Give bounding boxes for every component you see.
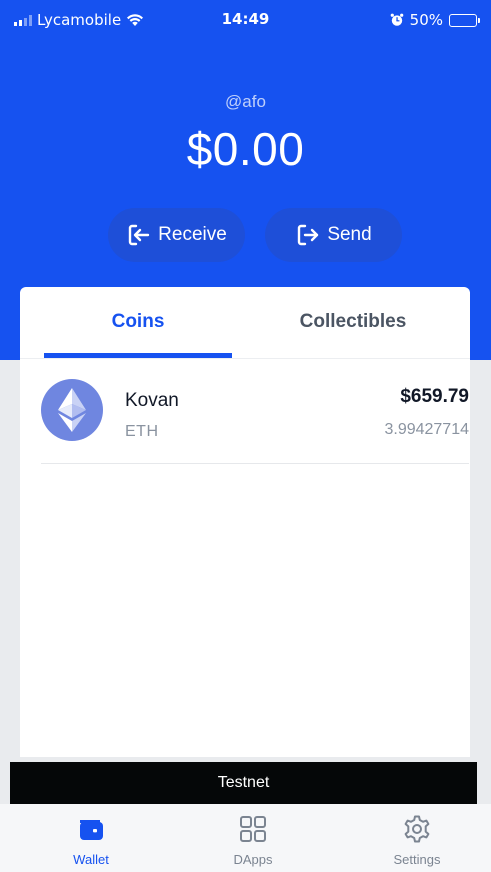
coin-fiat-value: $659.79 [400, 386, 469, 407]
battery-icon [449, 13, 480, 27]
ethereum-icon [41, 379, 103, 441]
coin-symbol: ETH [125, 423, 159, 440]
send-button[interactable]: Send [265, 208, 402, 262]
tab-coins[interactable]: Coins [44, 311, 232, 333]
wallet-icon [80, 820, 103, 840]
total-balance: $0.00 [186, 123, 305, 175]
asset-tabs: Coins Collectibles [20, 287, 470, 359]
nav-dapps-label: DApps [233, 852, 273, 867]
assets-card: Coins Collectibles Kovan ETH $659.79 3.9… [20, 287, 470, 757]
nav-settings-label: Settings [393, 852, 441, 867]
coin-amount: 3.99427714 [384, 421, 469, 438]
nav-dapps[interactable]: DApps [198, 814, 308, 867]
nav-wallet[interactable]: Wallet [36, 814, 146, 867]
receive-icon [128, 224, 150, 246]
alarm-icon [390, 13, 403, 26]
active-tab-indicator [44, 353, 232, 358]
send-icon [298, 224, 319, 246]
grid-icon [240, 816, 266, 842]
status-right-group: 50% [390, 11, 480, 29]
tab-collectibles[interactable]: Collectibles [258, 311, 448, 333]
gear-icon [404, 815, 430, 843]
testnet-banner: Testnet [10, 762, 477, 804]
receive-button[interactable]: Receive [108, 208, 245, 262]
status-bar: Lycamobile 14:49 50% [0, 0, 491, 40]
nav-wallet-label: Wallet [73, 852, 109, 867]
bottom-nav: Wallet DApps Settings [0, 804, 491, 872]
send-label: Send [327, 224, 372, 245]
coin-row-kovan[interactable]: Kovan ETH $659.79 3.99427714 [41, 377, 469, 464]
username: @afo [225, 92, 266, 111]
receive-label: Receive [158, 224, 227, 245]
battery-percent: 50% [409, 11, 443, 29]
coin-name: Kovan [125, 390, 179, 411]
nav-settings[interactable]: Settings [362, 814, 472, 867]
